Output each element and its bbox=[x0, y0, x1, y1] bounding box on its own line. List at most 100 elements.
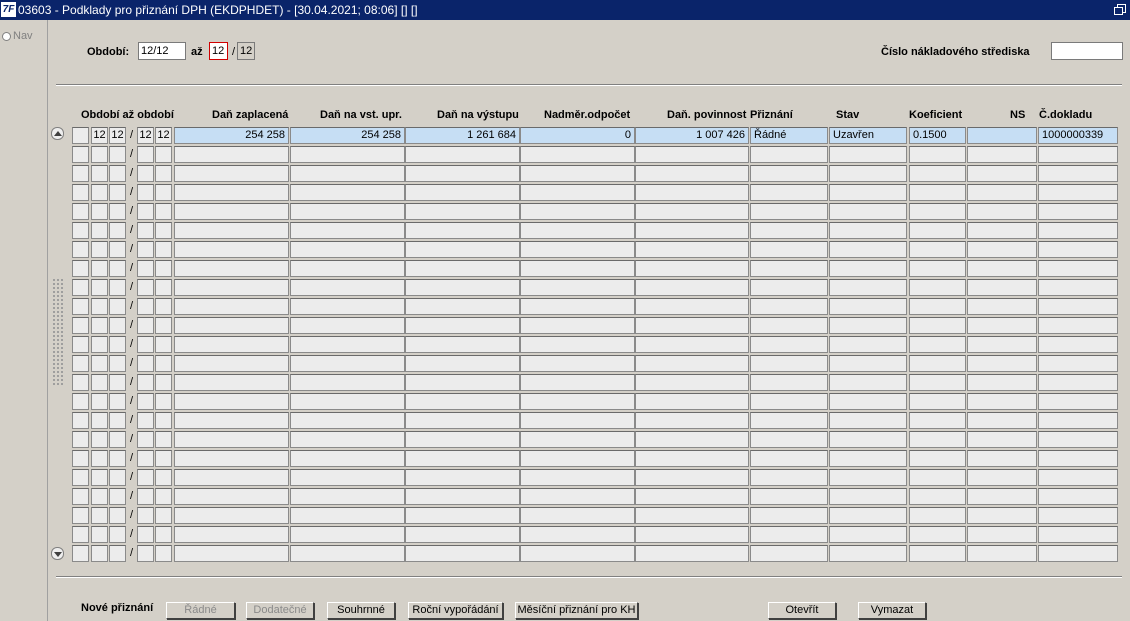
from-month-cell[interactable] bbox=[91, 336, 108, 353]
to-month-cell[interactable] bbox=[137, 526, 154, 543]
row-selector[interactable] bbox=[72, 241, 89, 258]
liability-cell[interactable] bbox=[635, 526, 749, 543]
output-cell[interactable] bbox=[405, 507, 520, 524]
paid-cell[interactable] bbox=[174, 146, 289, 163]
docno-cell[interactable] bbox=[1038, 545, 1118, 562]
input-adj-cell[interactable]: 254 258 bbox=[290, 127, 405, 144]
from-year-cell[interactable] bbox=[109, 355, 126, 372]
excess-cell[interactable] bbox=[520, 488, 635, 505]
filing-cell[interactable] bbox=[750, 260, 828, 277]
from-year-cell[interactable] bbox=[109, 412, 126, 429]
to-month-cell[interactable] bbox=[137, 184, 154, 201]
excess-cell[interactable]: 0 bbox=[520, 127, 635, 144]
ns-cell[interactable] bbox=[967, 146, 1037, 163]
row-selector[interactable] bbox=[72, 526, 89, 543]
liability-cell[interactable] bbox=[635, 336, 749, 353]
coef-cell[interactable] bbox=[909, 260, 966, 277]
from-year-cell[interactable] bbox=[109, 450, 126, 467]
output-cell[interactable] bbox=[405, 317, 520, 334]
table-row[interactable]: / bbox=[48, 260, 1130, 279]
coef-cell[interactable] bbox=[909, 412, 966, 429]
filing-cell[interactable] bbox=[750, 184, 828, 201]
excess-cell[interactable] bbox=[520, 241, 635, 258]
from-year-cell[interactable] bbox=[109, 222, 126, 239]
docno-cell[interactable] bbox=[1038, 355, 1118, 372]
to-month-cell[interactable] bbox=[137, 393, 154, 410]
status-cell[interactable] bbox=[829, 165, 907, 182]
coef-cell[interactable]: 0.1500 bbox=[909, 127, 966, 144]
status-cell[interactable] bbox=[829, 469, 907, 486]
coef-cell[interactable] bbox=[909, 488, 966, 505]
filing-cell[interactable] bbox=[750, 431, 828, 448]
liability-cell[interactable] bbox=[635, 488, 749, 505]
table-row[interactable]: / bbox=[48, 488, 1130, 507]
docno-cell[interactable] bbox=[1038, 184, 1118, 201]
paid-cell[interactable] bbox=[174, 412, 289, 429]
mesicni-kh-button[interactable]: Měsíční přiznání pro KH bbox=[515, 602, 638, 619]
to-month-cell[interactable] bbox=[137, 222, 154, 239]
from-month-cell[interactable] bbox=[91, 469, 108, 486]
from-month-cell[interactable] bbox=[91, 298, 108, 315]
from-year-cell[interactable] bbox=[109, 146, 126, 163]
table-row[interactable]: / bbox=[48, 146, 1130, 165]
liability-cell[interactable] bbox=[635, 298, 749, 315]
paid-cell[interactable] bbox=[174, 222, 289, 239]
paid-cell[interactable] bbox=[174, 450, 289, 467]
liability-cell[interactable] bbox=[635, 184, 749, 201]
from-year-cell[interactable] bbox=[109, 165, 126, 182]
output-cell[interactable] bbox=[405, 298, 520, 315]
to-month-cell[interactable] bbox=[137, 545, 154, 562]
table-row[interactable]: / bbox=[48, 355, 1130, 374]
row-selector[interactable] bbox=[72, 222, 89, 239]
to-month-cell[interactable]: 12 bbox=[137, 127, 154, 144]
filing-cell[interactable]: Řádné bbox=[750, 127, 828, 144]
filing-cell[interactable] bbox=[750, 545, 828, 562]
filing-cell[interactable] bbox=[750, 374, 828, 391]
status-cell[interactable] bbox=[829, 526, 907, 543]
from-month-cell[interactable] bbox=[91, 507, 108, 524]
to-year-cell[interactable] bbox=[155, 393, 172, 410]
excess-cell[interactable] bbox=[520, 507, 635, 524]
liability-cell[interactable] bbox=[635, 469, 749, 486]
to-year-cell[interactable] bbox=[155, 146, 172, 163]
paid-cell[interactable] bbox=[174, 393, 289, 410]
row-selector[interactable] bbox=[72, 507, 89, 524]
excess-cell[interactable] bbox=[520, 279, 635, 296]
status-cell[interactable] bbox=[829, 279, 907, 296]
to-month-cell[interactable] bbox=[137, 469, 154, 486]
nav-radio-icon[interactable] bbox=[2, 32, 11, 41]
from-year-cell[interactable] bbox=[109, 336, 126, 353]
to-month-cell[interactable] bbox=[137, 355, 154, 372]
row-selector[interactable] bbox=[72, 317, 89, 334]
to-year-cell[interactable] bbox=[155, 431, 172, 448]
from-year-cell[interactable] bbox=[109, 184, 126, 201]
input-adj-cell[interactable] bbox=[290, 393, 405, 410]
excess-cell[interactable] bbox=[520, 355, 635, 372]
input-adj-cell[interactable] bbox=[290, 431, 405, 448]
output-cell[interactable] bbox=[405, 412, 520, 429]
docno-cell[interactable] bbox=[1038, 241, 1118, 258]
ns-cell[interactable] bbox=[967, 241, 1037, 258]
excess-cell[interactable] bbox=[520, 450, 635, 467]
liability-cell[interactable] bbox=[635, 146, 749, 163]
from-month-cell[interactable] bbox=[91, 393, 108, 410]
status-cell[interactable] bbox=[829, 450, 907, 467]
row-selector[interactable] bbox=[72, 412, 89, 429]
docno-cell[interactable] bbox=[1038, 526, 1118, 543]
excess-cell[interactable] bbox=[520, 374, 635, 391]
status-cell[interactable] bbox=[829, 203, 907, 220]
from-month-cell[interactable] bbox=[91, 412, 108, 429]
paid-cell[interactable] bbox=[174, 260, 289, 277]
from-year-cell[interactable] bbox=[109, 279, 126, 296]
filing-cell[interactable] bbox=[750, 393, 828, 410]
rocni-vyporadani-button[interactable]: Roční vypořádání bbox=[408, 602, 503, 619]
to-month-cell[interactable] bbox=[137, 298, 154, 315]
excess-cell[interactable] bbox=[520, 526, 635, 543]
table-row[interactable]: / bbox=[48, 241, 1130, 260]
input-adj-cell[interactable] bbox=[290, 450, 405, 467]
input-adj-cell[interactable] bbox=[290, 241, 405, 258]
to-month-cell[interactable] bbox=[137, 241, 154, 258]
from-month-cell[interactable] bbox=[91, 184, 108, 201]
to-year-cell[interactable]: 12 bbox=[155, 127, 172, 144]
from-year-cell[interactable] bbox=[109, 545, 126, 562]
